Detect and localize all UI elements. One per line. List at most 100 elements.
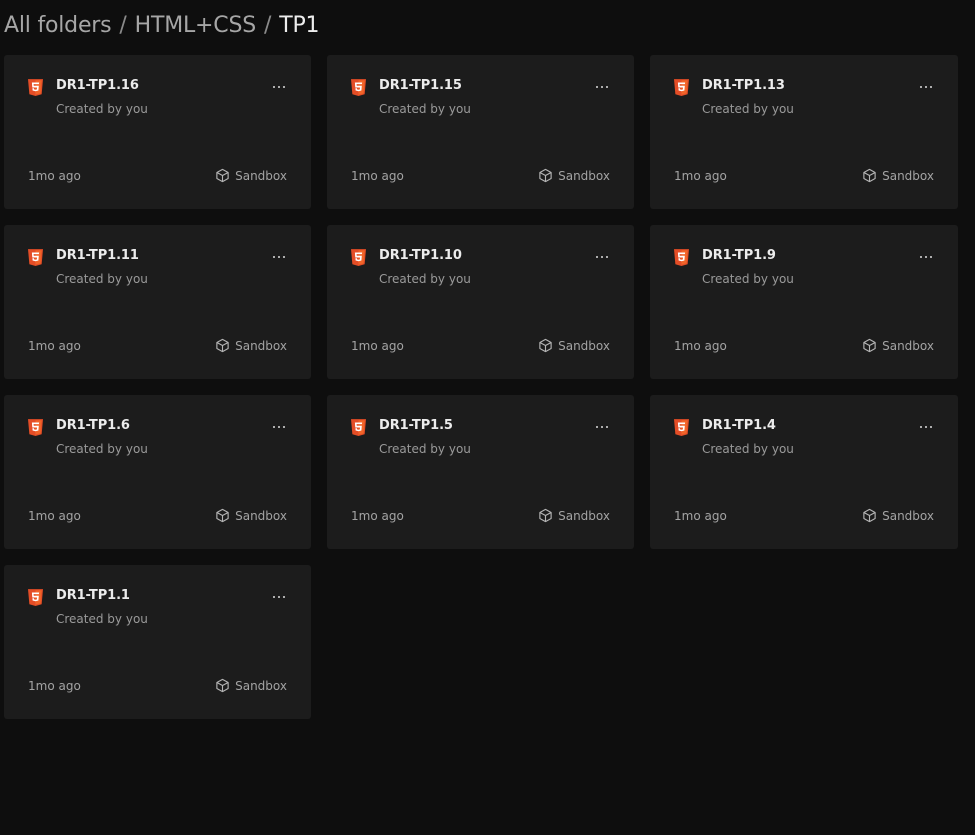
sandbox-grid: DR1-TP1.16 Created by you 1mo ago Sandbo… xyxy=(4,55,958,719)
sandbox-last-modified: 1mo ago xyxy=(351,509,404,523)
dot xyxy=(272,595,276,599)
dot xyxy=(919,85,923,89)
sandbox-type-label: Sandbox xyxy=(235,508,287,523)
dot xyxy=(272,85,276,89)
breadcrumb-separator: / xyxy=(263,12,272,38)
dot xyxy=(282,425,286,429)
sandbox-card[interactable]: DR1-TP1.5 Created by you 1mo ago Sandbox xyxy=(327,395,634,549)
sandbox-title: DR1-TP1.15 xyxy=(379,78,462,93)
dot xyxy=(595,85,599,89)
more-options-button[interactable] xyxy=(914,417,938,437)
dot xyxy=(277,425,281,429)
breadcrumb-current-folder: TP1 xyxy=(279,12,320,38)
dot xyxy=(924,255,928,259)
sandbox-card[interactable]: DR1-TP1.9 Created by you 1mo ago Sandbox xyxy=(650,225,958,379)
dot xyxy=(277,255,281,259)
more-options-button[interactable] xyxy=(267,247,291,267)
sandbox-type: Sandbox xyxy=(538,338,610,353)
cube-icon xyxy=(863,338,876,353)
html5-icon xyxy=(28,79,43,96)
dot xyxy=(282,595,286,599)
sandbox-last-modified: 1mo ago xyxy=(351,339,404,353)
sandbox-type-label: Sandbox xyxy=(235,168,287,183)
dot xyxy=(600,255,604,259)
sandbox-creator: Created by you xyxy=(56,102,148,116)
dot xyxy=(605,425,609,429)
dot xyxy=(924,425,928,429)
html5-icon xyxy=(28,419,43,436)
sandbox-card[interactable]: DR1-TP1.4 Created by you 1mo ago Sandbox xyxy=(650,395,958,549)
dot xyxy=(272,425,276,429)
sandbox-type-label: Sandbox xyxy=(235,338,287,353)
sandbox-last-modified: 1mo ago xyxy=(28,339,81,353)
more-options-button[interactable] xyxy=(590,417,614,437)
sandbox-title: DR1-TP1.4 xyxy=(702,418,776,433)
dot xyxy=(282,85,286,89)
cube-icon xyxy=(863,508,876,523)
more-options-button[interactable] xyxy=(267,417,291,437)
sandbox-last-modified: 1mo ago xyxy=(674,509,727,523)
sandbox-card[interactable]: DR1-TP1.1 Created by you 1mo ago Sandbox xyxy=(4,565,311,719)
sandbox-type: Sandbox xyxy=(862,338,934,353)
dot xyxy=(929,85,933,89)
more-options-button[interactable] xyxy=(590,77,614,97)
sandbox-title: DR1-TP1.9 xyxy=(702,248,776,263)
html5-icon xyxy=(351,419,366,436)
dot xyxy=(272,255,276,259)
sandbox-title: DR1-TP1.6 xyxy=(56,418,130,433)
dot xyxy=(919,255,923,259)
sandbox-card[interactable]: DR1-TP1.6 Created by you 1mo ago Sandbox xyxy=(4,395,311,549)
sandbox-last-modified: 1mo ago xyxy=(28,509,81,523)
sandbox-title: DR1-TP1.10 xyxy=(379,248,462,263)
dot xyxy=(605,255,609,259)
sandbox-creator: Created by you xyxy=(56,272,148,286)
cube-icon xyxy=(216,508,229,523)
sandbox-title: DR1-TP1.13 xyxy=(702,78,785,93)
sandbox-type-label: Sandbox xyxy=(882,168,934,183)
breadcrumb-html-css[interactable]: HTML+CSS xyxy=(135,13,257,38)
sandbox-creator: Created by you xyxy=(56,442,148,456)
dot xyxy=(605,85,609,89)
breadcrumb-all-folders[interactable]: All folders xyxy=(4,13,112,38)
cube-icon xyxy=(216,678,229,693)
sandbox-type-label: Sandbox xyxy=(558,168,610,183)
html5-icon xyxy=(674,249,689,266)
sandbox-type-label: Sandbox xyxy=(235,678,287,693)
html5-icon xyxy=(28,249,43,266)
sandbox-last-modified: 1mo ago xyxy=(674,339,727,353)
sandbox-creator: Created by you xyxy=(379,442,471,456)
more-options-button[interactable] xyxy=(914,77,938,97)
dot xyxy=(277,85,281,89)
sandbox-card[interactable]: DR1-TP1.13 Created by you 1mo ago Sandbo… xyxy=(650,55,958,209)
sandbox-creator: Created by you xyxy=(702,442,794,456)
sandbox-type-label: Sandbox xyxy=(558,338,610,353)
html5-icon xyxy=(674,419,689,436)
sandbox-type-label: Sandbox xyxy=(882,508,934,523)
dot xyxy=(600,425,604,429)
cube-icon xyxy=(539,338,552,353)
sandbox-last-modified: 1mo ago xyxy=(28,169,81,183)
more-options-button[interactable] xyxy=(590,247,614,267)
sandbox-type: Sandbox xyxy=(538,168,610,183)
sandbox-card[interactable]: DR1-TP1.15 Created by you 1mo ago Sandbo… xyxy=(327,55,634,209)
breadcrumb-separator: / xyxy=(119,12,127,38)
sandbox-type: Sandbox xyxy=(215,508,287,523)
sandbox-type: Sandbox xyxy=(215,338,287,353)
sandbox-card[interactable]: DR1-TP1.16 Created by you 1mo ago Sandbo… xyxy=(4,55,311,209)
sandbox-last-modified: 1mo ago xyxy=(351,169,404,183)
more-options-button[interactable] xyxy=(914,247,938,267)
more-options-button[interactable] xyxy=(267,587,291,607)
dot xyxy=(919,425,923,429)
sandbox-type: Sandbox xyxy=(862,168,934,183)
dot xyxy=(277,595,281,599)
breadcrumb: All folders / HTML+CSS / TP1 xyxy=(4,8,320,42)
sandbox-creator: Created by you xyxy=(702,272,794,286)
sandbox-card[interactable]: DR1-TP1.11 Created by you 1mo ago Sandbo… xyxy=(4,225,311,379)
dot xyxy=(282,255,286,259)
sandbox-title: DR1-TP1.11 xyxy=(56,248,139,263)
sandbox-type: Sandbox xyxy=(215,168,287,183)
cube-icon xyxy=(539,508,552,523)
sandbox-card[interactable]: DR1-TP1.10 Created by you 1mo ago Sandbo… xyxy=(327,225,634,379)
more-options-button[interactable] xyxy=(267,77,291,97)
dot xyxy=(929,255,933,259)
